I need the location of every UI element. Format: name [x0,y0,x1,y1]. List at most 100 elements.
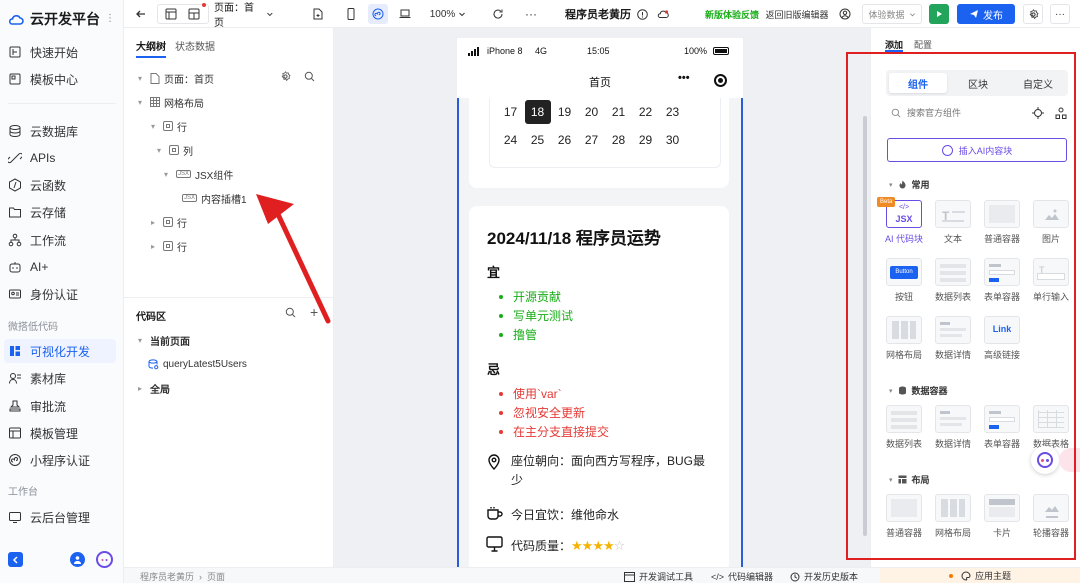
more-menu-button[interactable]: ··· [1050,4,1070,24]
breadcrumb-page[interactable]: 页面 [207,570,225,583]
page-select[interactable]: 页面：首页 [214,0,274,29]
breadcrumb-app[interactable]: 程序员老黄历 [140,570,194,583]
tree-node-page[interactable]: ▾ 页面：首页 [138,71,214,86]
nav-item-functions[interactable]: 云函数 [8,173,116,197]
history-button[interactable]: 开发历史版本 [790,570,858,583]
nav-item-visual-dev[interactable]: 可视化开发 [4,339,116,363]
app-info-button[interactable] [634,0,650,28]
assets-icon [9,373,21,384]
cloud-sync-status[interactable] [655,0,671,28]
page-settings-icon[interactable] [280,71,291,82]
code-editor-button[interactable]: </> 代码编辑器 [711,570,773,583]
nav-item-apis[interactable]: APIs [8,146,116,170]
desktop-view-button[interactable] [396,0,414,28]
calendar-day[interactable]: 28 [605,126,632,154]
calendar-day[interactable]: 21 [605,98,632,126]
workflow-icon [8,233,22,247]
debug-tools-label: 开发调试工具 [639,572,694,582]
chevron-down-icon [459,12,466,17]
tree-node-row[interactable]: ▸ 行 [151,215,187,230]
app-theme-label: 应用主题 [974,571,1011,581]
calendar-day[interactable]: 26 [551,126,578,154]
preview-button[interactable] [929,4,949,24]
drink-suggestion: 今日宜饮：维他命水 [511,508,620,522]
calendar-day[interactable]: 20 [578,98,605,126]
capsule-close-icon[interactable] [714,74,727,87]
calendar-day[interactable]: 24 [497,126,524,154]
calendar-day[interactable]: 29 [632,126,659,154]
quickstart-icon [9,46,21,58]
publish-button[interactable]: 发布 [957,4,1015,24]
user-avatar[interactable] [70,552,85,567]
tab-active-indicator [136,56,166,58]
tree-node-row[interactable]: ▾ 行 [151,119,187,134]
ai-assistant-button[interactable] [96,551,113,568]
tree-node-slot[interactable]: JSX 内容插槽1 [176,191,247,206]
nav-item-storage[interactable]: 云存储 [8,200,116,224]
nav-label: 身份认证 [30,287,79,302]
carrier: iPhone 8 [487,46,523,56]
nav-item-templates[interactable]: 模板中心 [8,67,116,91]
user-profile-button[interactable] [837,0,853,28]
nav-item-workflow[interactable]: 工作流 [8,228,116,252]
nav-divider [8,103,116,104]
tree-node-grid[interactable]: ▾ 网格布局 [138,95,204,110]
nav-label: 小程序认证 [30,453,91,468]
nav-item-quickstart[interactable]: 快速开始 [8,40,116,64]
calendar-day[interactable]: 30 [659,126,686,154]
nav-label: 云后台管理 [30,510,91,525]
tree-node-global[interactable]: ▸ 全局 [138,381,170,396]
brand-name: 云开发平台 [30,11,100,27]
refresh-button[interactable] [489,0,507,28]
calendar-day[interactable]: 19 [551,98,578,126]
app-theme-button[interactable]: 应用主题 [880,568,1080,583]
tab-config[interactable]: 配置 [914,38,932,51]
yi-item-text: 撸管 [513,328,538,342]
row-icon [163,217,173,227]
back-old-editor-link[interactable]: 返回旧版编辑器 [764,0,830,28]
tab-outline-tree[interactable]: 大纲树 [136,38,166,53]
calendar-day[interactable]: 27 [578,126,605,154]
miniprogram-view-button[interactable] [368,4,388,24]
nav-label: 快速开始 [30,45,79,60]
calendar-day[interactable]: 22 [632,98,659,126]
nav-item-approval[interactable]: 审批流 [8,394,116,418]
tree-node-column[interactable]: ▾ 列 [157,143,193,158]
calendar-day[interactable]: 23 [659,98,686,126]
collapse-sidebar-button[interactable] [8,552,23,567]
debug-tools-button[interactable]: 开发调试工具 [624,570,693,583]
layout-outline-button[interactable] [159,0,183,28]
id-card-icon [9,289,21,299]
env-select[interactable]: 体验数据 [862,4,922,24]
zoom-select[interactable]: 100% [428,0,468,28]
tree-node-jsx[interactable]: ▾ JSX JSX组件 [164,167,233,182]
calendar-day[interactable]: 25 [524,126,551,154]
tree-node-query[interactable]: queryLatest5Users [148,357,247,371]
tree-search-icon[interactable] [304,71,315,82]
nav-item-ai[interactable]: AI+ [8,255,116,279]
nav-item-database[interactable]: 云数据库 [8,119,116,143]
calendar-day-selected[interactable]: 18 [524,98,551,126]
feedback-link[interactable]: 新版体验反馈 [702,0,762,28]
nav-item-assets[interactable]: 素材库 [8,366,116,390]
clock: 15:05 [587,46,610,56]
tree-node-row[interactable]: ▸ 行 [151,239,187,254]
more-button[interactable]: ··· [522,0,540,28]
mobile-view-button[interactable] [342,0,360,28]
nav-item-auth[interactable]: 身份认证 [8,282,116,306]
new-page-button[interactable] [309,0,327,28]
approval-stamp-icon [9,400,21,412]
calendar-day[interactable]: 17 [497,98,524,126]
nav-item-admin[interactable]: 云后台管理 [8,505,116,529]
tree-node-label: 列 [183,146,193,158]
nav-item-template-manage[interactable]: 模板管理 [8,421,116,445]
phone-status-bar: iPhone 8 4G 15:05 100% [457,38,743,64]
capsule-more-icon[interactable]: ••• [678,72,690,84]
nav-collapse-icon[interactable]: ⋮ [105,13,115,24]
back-button[interactable] [132,0,150,28]
settings-button[interactable] [1023,4,1043,24]
nav-item-miniprogram[interactable]: 小程序认证 [8,448,116,472]
tab-state-data[interactable]: 状态数据 [175,38,215,53]
brand[interactable]: 云开发平台 [8,9,100,29]
tree-node-current-page[interactable]: ▾ 当前页面 [138,333,190,348]
